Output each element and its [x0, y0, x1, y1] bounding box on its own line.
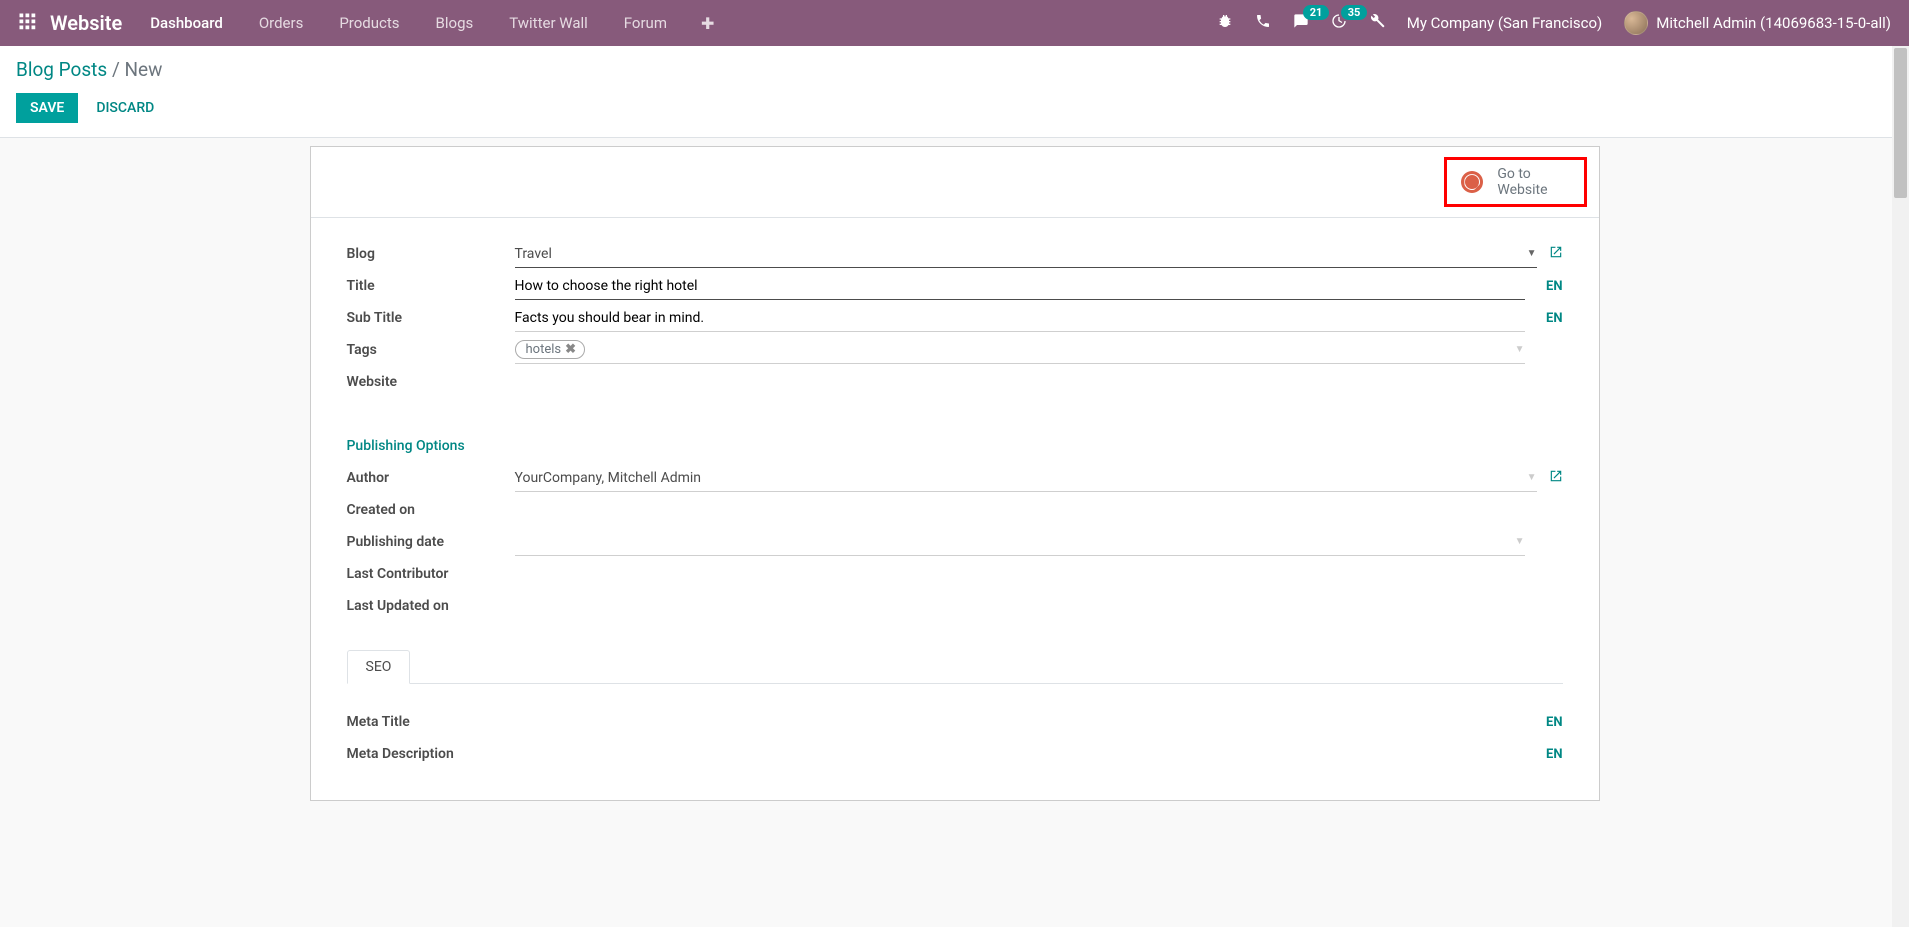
- label-pubdate: Publishing date: [347, 534, 515, 550]
- topbar-right: 21 35 My Company (San Francisco) Mitchel…: [1217, 11, 1891, 35]
- control-panel: Blog Posts / New SAVE DISCARD: [0, 46, 1909, 138]
- blog-value: Travel: [515, 246, 1521, 262]
- label-metatitle: Meta Title: [347, 714, 515, 730]
- chevron-down-icon: ▼: [1527, 248, 1537, 259]
- author-value: YourCompany, Mitchell Admin: [515, 470, 1521, 486]
- sheet-wrap: Go to Website Blog Travel ▼ Title: [0, 138, 1909, 841]
- nav-dashboard[interactable]: Dashboard: [150, 14, 223, 32]
- activity-icon[interactable]: 35: [1331, 13, 1347, 33]
- pubdate-input[interactable]: ▼: [515, 528, 1525, 556]
- label-subtitle: Sub Title: [347, 310, 515, 326]
- blog-select[interactable]: Travel ▼: [515, 240, 1537, 268]
- label-tags: Tags: [347, 342, 515, 358]
- apps-icon[interactable]: [18, 12, 36, 34]
- goto-line2: Website: [1497, 182, 1547, 198]
- label-author: Author: [347, 470, 515, 486]
- save-button[interactable]: SAVE: [16, 93, 78, 123]
- tags-input[interactable]: hotels ✖ ▼: [515, 336, 1525, 364]
- brand[interactable]: Website: [50, 11, 122, 35]
- label-title: Title: [347, 278, 515, 294]
- scrollbar[interactable]: [1892, 46, 1909, 927]
- section-publishing: Publishing Options: [347, 438, 1563, 454]
- new-content-icon[interactable]: ✚: [701, 14, 714, 33]
- discard-button[interactable]: DISCARD: [96, 93, 154, 123]
- activity-badge: 35: [1341, 5, 1368, 20]
- label-metadesc: Meta Description: [347, 746, 515, 762]
- lang-metatitle[interactable]: EN: [1539, 715, 1563, 730]
- goto-line1: Go to: [1497, 166, 1547, 182]
- tag-chip[interactable]: hotels ✖: [515, 340, 586, 359]
- bug-icon[interactable]: [1217, 13, 1233, 33]
- go-to-website-button[interactable]: Go to Website: [1444, 157, 1586, 207]
- company-selector[interactable]: My Company (San Francisco): [1407, 14, 1602, 32]
- label-blog: Blog: [347, 246, 515, 262]
- nav-twitterwall[interactable]: Twitter Wall: [509, 14, 588, 32]
- nav-products[interactable]: Products: [339, 14, 399, 32]
- tabs: SEO: [347, 650, 1563, 684]
- topbar: Website Dashboard Orders Products Blogs …: [0, 0, 1909, 46]
- external-link-icon[interactable]: [1549, 469, 1563, 487]
- nav-blogs[interactable]: Blogs: [436, 14, 474, 32]
- form-body: Blog Travel ▼ Title EN: [311, 218, 1599, 800]
- author-select[interactable]: YourCompany, Mitchell Admin ▼: [515, 464, 1537, 492]
- seo-body: Meta Title EN Meta Description EN: [347, 684, 1563, 770]
- top-nav: Dashboard Orders Products Blogs Twitter …: [150, 14, 667, 32]
- avatar: [1624, 11, 1648, 35]
- breadcrumb: Blog Posts / New: [16, 58, 1893, 81]
- breadcrumb-sep: /: [112, 58, 120, 81]
- nav-orders[interactable]: Orders: [259, 14, 304, 32]
- label-lastcontrib: Last Contributor: [347, 566, 515, 582]
- subtitle-value[interactable]: [515, 310, 1525, 326]
- chevron-down-icon: ▼: [1515, 344, 1525, 355]
- breadcrumb-root[interactable]: Blog Posts: [16, 58, 107, 81]
- user-menu[interactable]: Mitchell Admin (14069683-15-0-all): [1624, 11, 1891, 35]
- tag-text: hotels: [526, 342, 562, 357]
- scrollbar-thumb[interactable]: [1894, 48, 1907, 198]
- chat-badge: 21: [1303, 5, 1330, 20]
- label-created: Created on: [347, 502, 515, 518]
- label-lastupd: Last Updated on: [347, 598, 515, 614]
- goto-text: Go to Website: [1497, 166, 1547, 198]
- external-link-icon[interactable]: [1549, 245, 1563, 263]
- lang-metadesc[interactable]: EN: [1539, 747, 1563, 762]
- sheet-header: Go to Website: [311, 147, 1599, 218]
- lang-title[interactable]: EN: [1539, 279, 1563, 294]
- chevron-down-icon: ▼: [1527, 472, 1537, 483]
- tag-remove-icon[interactable]: ✖: [565, 342, 576, 357]
- debug-icon[interactable]: [1369, 13, 1385, 33]
- subtitle-input[interactable]: [515, 304, 1525, 332]
- chevron-down-icon: ▼: [1515, 536, 1525, 547]
- nav-forum[interactable]: Forum: [624, 14, 667, 32]
- breadcrumb-current: New: [125, 58, 163, 81]
- chat-icon[interactable]: 21: [1293, 13, 1309, 33]
- globe-icon: [1461, 171, 1483, 193]
- form-sheet: Go to Website Blog Travel ▼ Title: [310, 146, 1600, 801]
- title-input[interactable]: [515, 272, 1525, 300]
- tab-seo[interactable]: SEO: [347, 650, 411, 684]
- user-label: Mitchell Admin (14069683-15-0-all): [1656, 14, 1891, 32]
- actions: SAVE DISCARD: [16, 93, 1893, 123]
- title-value[interactable]: [515, 278, 1525, 294]
- lang-subtitle[interactable]: EN: [1539, 311, 1563, 326]
- phone-icon[interactable]: [1255, 13, 1271, 33]
- label-website: Website: [347, 374, 515, 390]
